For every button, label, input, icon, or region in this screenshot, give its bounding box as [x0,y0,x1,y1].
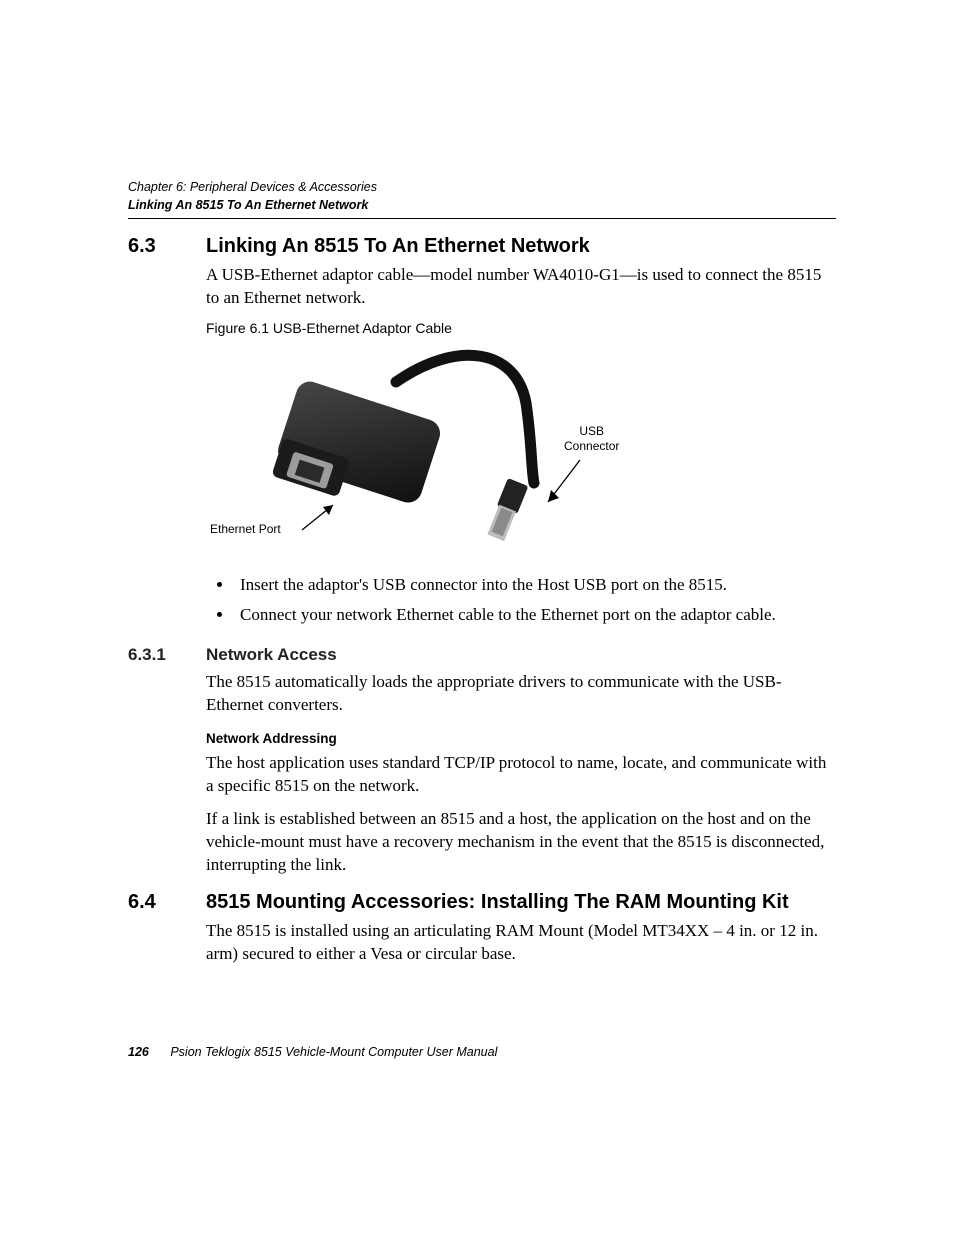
document-page: Chapter 6: Peripheral Devices & Accessor… [0,0,954,1235]
section-6-3-1-body: The 8515 automatically loads the appropr… [206,671,836,877]
running-header: Chapter 6: Peripheral Devices & Accessor… [128,178,836,214]
figure-6-1: Ethernet Port USB Connector [206,348,836,558]
subsection-title: Network Access [206,645,337,665]
section-6-3-1-heading: 6.3.1 Network Access [128,645,836,665]
ethernet-port-label: Ethernet Port [210,522,281,536]
paragraph: The 8515 is installed using an articulat… [206,920,836,966]
header-section: Linking An 8515 To An Ethernet Network [128,196,836,214]
run-in-heading: Network Addressing [206,731,836,746]
list-item: Insert the adaptor's USB connector into … [234,572,836,598]
figure-caption: Figure 6.1 USB-Ethernet Adaptor Cable [206,320,836,336]
page-number: 126 [128,1045,149,1059]
section-6-3-heading: 6.3 Linking An 8515 To An Ethernet Netwo… [128,235,836,258]
list-item: Connect your network Ethernet cable to t… [234,602,836,628]
header-chapter: Chapter 6: Peripheral Devices & Accessor… [128,178,836,196]
section-title: Linking An 8515 To An Ethernet Network [206,235,590,258]
instruction-list: Insert the adaptor's USB connector into … [206,572,836,627]
section-number: 6.3 [128,235,206,258]
section-number: 6.4 [128,891,206,914]
usb-connector-label: USB Connector [564,424,619,454]
header-rule [128,218,836,219]
paragraph: The 8515 automatically loads the appropr… [206,671,836,717]
manual-title: Psion Teklogix 8515 Vehicle-Mount Comput… [170,1045,497,1059]
subsection-number: 6.3.1 [128,645,206,665]
paragraph: The host application uses standard TCP/I… [206,752,836,798]
section-6-4-heading: 6.4 8515 Mounting Accessories: Installin… [128,891,836,914]
page-footer: 126 Psion Teklogix 8515 Vehicle-Mount Co… [128,1045,497,1059]
section-6-4-body: The 8515 is installed using an articulat… [206,920,836,966]
paragraph: If a link is established between an 8515… [206,808,836,877]
section-6-3-body: A USB-Ethernet adaptor cable—model numbe… [206,264,836,627]
section-title: 8515 Mounting Accessories: Installing Th… [206,891,789,914]
intro-paragraph: A USB-Ethernet adaptor cable—model numbe… [206,264,836,310]
